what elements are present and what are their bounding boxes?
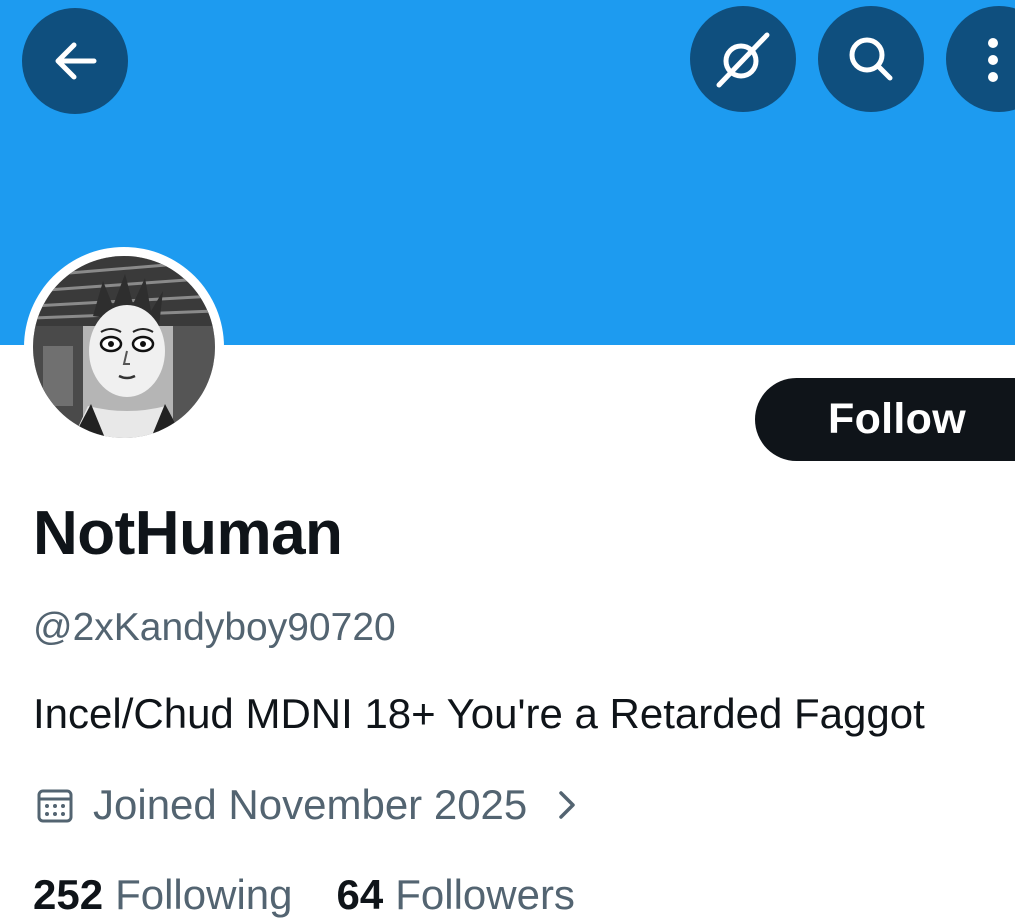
followers-count: 64 bbox=[336, 871, 384, 918]
chevron-right-icon bbox=[555, 785, 579, 825]
following-count: 252 bbox=[33, 871, 104, 918]
grok-button[interactable] bbox=[690, 6, 796, 112]
following-label: Following bbox=[115, 871, 293, 918]
profile-avatar[interactable] bbox=[24, 247, 224, 447]
profile-bio: Incel/Chud MDNI 18+ You're a Retarded Fa… bbox=[33, 690, 925, 737]
avatar-image bbox=[33, 256, 215, 438]
search-button[interactable] bbox=[818, 6, 924, 112]
followers-stat[interactable]: 64 Followers bbox=[337, 867, 575, 923]
grok-icon bbox=[716, 32, 770, 88]
following-stat[interactable]: 252 Following bbox=[33, 867, 293, 923]
more-vertical-icon bbox=[988, 38, 998, 82]
back-button[interactable] bbox=[22, 8, 128, 114]
arrow-left-icon bbox=[55, 42, 97, 80]
user-handle: @2xKandyboy90720 bbox=[33, 606, 396, 649]
joined-date-row[interactable]: Joined November 2025 bbox=[33, 777, 579, 833]
display-name: NotHuman bbox=[33, 499, 343, 568]
follow-button[interactable]: Follow bbox=[755, 378, 1015, 461]
search-icon bbox=[849, 37, 893, 81]
joined-date: Joined November 2025 bbox=[93, 781, 528, 828]
follow-stats: 252 Following 64 Followers bbox=[33, 867, 575, 923]
calendar-icon bbox=[35, 785, 75, 825]
followers-label: Followers bbox=[395, 871, 575, 918]
